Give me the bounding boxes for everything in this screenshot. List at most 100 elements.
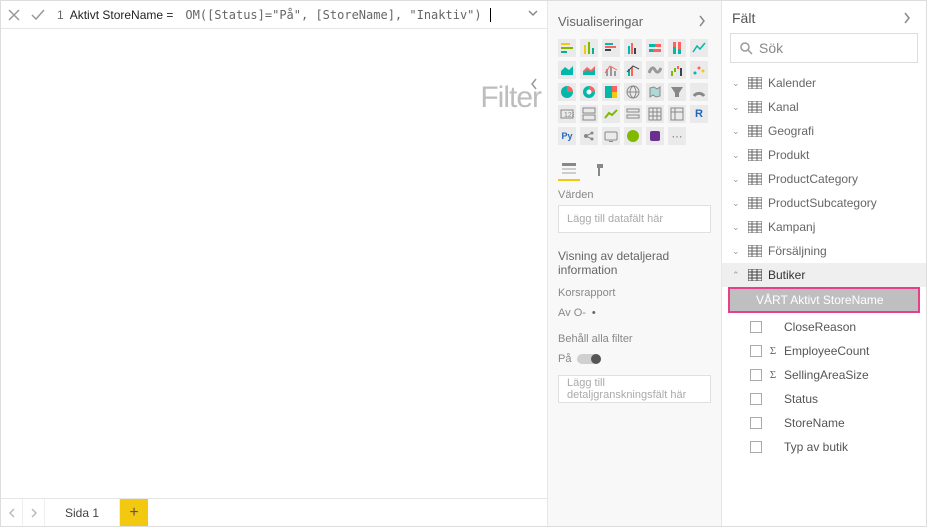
- commit-formula-icon[interactable]: [29, 6, 47, 24]
- table-kalender[interactable]: ⌄ Kalender: [722, 71, 926, 95]
- viz-matrix-icon[interactable]: [668, 105, 686, 123]
- fields-tab-icon[interactable]: [558, 159, 580, 181]
- format-tab-icon[interactable]: [590, 159, 612, 181]
- values-label: Värden: [558, 189, 711, 201]
- viz-line-clustcol-icon[interactable]: [624, 61, 642, 79]
- table-geografi[interactable]: ⌄ Geografi: [722, 119, 926, 143]
- table-label: Kanal: [768, 100, 799, 114]
- page-tab-label: Sida 1: [65, 506, 99, 520]
- crossreport-value: Av O-: [558, 307, 586, 319]
- report-canvas[interactable]: Filter: [1, 29, 547, 498]
- prev-page-button[interactable]: [1, 499, 23, 526]
- page-tabs: Sida 1 +: [1, 498, 547, 526]
- checkbox-icon[interactable]: [750, 321, 762, 333]
- next-page-button[interactable]: [23, 499, 45, 526]
- table-kampanj[interactable]: ⌄ Kampanj: [722, 215, 926, 239]
- field-closereason[interactable]: CloseReason: [722, 315, 926, 339]
- field-label: Typ av butik: [784, 440, 848, 454]
- viz-donut-icon[interactable]: [580, 83, 598, 101]
- viz-area-icon[interactable]: [558, 61, 576, 79]
- viz-clustered-column-icon[interactable]: [624, 39, 642, 57]
- viz-card-icon[interactable]: 123: [558, 105, 576, 123]
- search-placeholder: Sök: [759, 40, 783, 56]
- fields-pane: Fält Sök ⌄ Kalender ⌄ Kanal ⌄ Geo: [722, 1, 926, 526]
- viz-r-icon[interactable]: R: [690, 105, 708, 123]
- cancel-formula-icon[interactable]: [5, 6, 23, 24]
- viz-waterfall-icon[interactable]: [668, 61, 686, 79]
- chevron-down-icon: ⌄: [732, 150, 742, 161]
- page-tab[interactable]: Sida 1: [45, 499, 120, 526]
- viz-import-icon[interactable]: ⋯: [668, 127, 686, 145]
- table-label: Butiker: [768, 268, 805, 282]
- chevron-down-icon: ⌄: [732, 198, 742, 209]
- field-employeecount[interactable]: Σ EmployeeCount: [722, 339, 926, 363]
- viz-funnel-icon[interactable]: [668, 83, 686, 101]
- sigma-icon: Σ: [768, 345, 778, 357]
- values-well[interactable]: Lägg till datafält här: [558, 205, 711, 233]
- viz-line-column-icon[interactable]: [602, 61, 620, 79]
- viz-scatter-icon[interactable]: [690, 61, 708, 79]
- checkbox-icon[interactable]: [750, 393, 762, 405]
- viz-filled-map-icon[interactable]: [646, 83, 664, 101]
- chevron-down-icon: ⌄: [732, 126, 742, 137]
- table-label: Geografi: [768, 124, 814, 138]
- viz-line-icon[interactable]: [690, 39, 708, 57]
- checkbox-icon[interactable]: [750, 369, 762, 381]
- viz-ribbon-icon[interactable]: [646, 61, 664, 79]
- viz-stacked-bar-icon[interactable]: [558, 39, 576, 57]
- viz-qa-icon[interactable]: [624, 127, 642, 145]
- chevron-down-icon: ⌄: [732, 246, 742, 257]
- viz-gauge-icon[interactable]: [690, 83, 708, 101]
- viz-map-icon[interactable]: [624, 83, 642, 101]
- field-sellingareasize[interactable]: Σ SellingAreaSize: [722, 363, 926, 387]
- viz-pie-icon[interactable]: [558, 83, 576, 101]
- chevron-up-icon: ⌃: [732, 270, 742, 281]
- viz-multirow-card-icon[interactable]: [580, 105, 598, 123]
- keepfilters-value: På: [558, 353, 571, 365]
- formula-expand-icon[interactable]: [527, 7, 543, 23]
- viz-treemap-icon[interactable]: [602, 83, 620, 101]
- visualization-picker: 123 R Py ⋯: [558, 39, 711, 145]
- crossreport-toggle[interactable]: Av O- •: [558, 307, 711, 319]
- viz-100stacked-bar-icon[interactable]: [646, 39, 664, 57]
- viz-decotree-icon[interactable]: [602, 127, 620, 145]
- fields-search-input[interactable]: Sök: [730, 33, 918, 63]
- field-storename[interactable]: StoreName: [722, 411, 926, 435]
- table-icon: [748, 221, 762, 233]
- add-page-button[interactable]: +: [120, 499, 148, 526]
- table-produkt[interactable]: ⌄ Produkt: [722, 143, 926, 167]
- viz-kpi-icon[interactable]: [602, 105, 620, 123]
- field-status[interactable]: Status: [722, 387, 926, 411]
- table-label: Produkt: [768, 148, 809, 162]
- collapse-fields-icon[interactable]: [902, 11, 916, 25]
- collapse-viz-icon[interactable]: [697, 14, 711, 28]
- chevron-down-icon: ⌄: [732, 78, 742, 89]
- viz-100stacked-column-icon[interactable]: [668, 39, 686, 57]
- table-forsaljning[interactable]: ⌄ Försäljning: [722, 239, 926, 263]
- viz-stacked-column-icon[interactable]: [580, 39, 598, 57]
- keepfilters-toggle[interactable]: På: [558, 353, 711, 365]
- viz-arcgis-icon[interactable]: [646, 127, 664, 145]
- fields-title: Fält: [732, 10, 755, 26]
- field-typavbutik[interactable]: Typ av butik: [722, 435, 926, 459]
- table-icon: [748, 197, 762, 209]
- field-aktivt-storename[interactable]: VÅRT Aktivt StoreName: [728, 287, 920, 313]
- viz-clustered-bar-icon[interactable]: [602, 39, 620, 57]
- viz-py-icon[interactable]: Py: [558, 127, 576, 145]
- checkbox-icon[interactable]: [750, 345, 762, 357]
- viz-stacked-area-icon[interactable]: [580, 61, 598, 79]
- viz-table-icon[interactable]: [646, 105, 664, 123]
- viz-key-influencers-icon[interactable]: [580, 127, 598, 145]
- table-productcategory[interactable]: ⌄ ProductCategory: [722, 167, 926, 191]
- table-productsubcategory[interactable]: ⌄ ProductSubcategory: [722, 191, 926, 215]
- drill-well[interactable]: Lägg till detaljgranskningsfält här: [558, 375, 711, 403]
- formula-expression[interactable]: OM([Status]="På", [StoreName], "Inaktiv"…: [185, 8, 481, 22]
- table-butiker[interactable]: ⌃ Butiker: [722, 263, 926, 287]
- formula-measure-name[interactable]: Aktivt StoreName =: [70, 8, 174, 22]
- drill-placeholder: Lägg till detaljgranskningsfält här: [567, 377, 702, 401]
- visualizations-pane: Visualiseringar: [548, 1, 722, 526]
- checkbox-icon[interactable]: [750, 417, 762, 429]
- checkbox-icon[interactable]: [750, 441, 762, 453]
- table-kanal[interactable]: ⌄ Kanal: [722, 95, 926, 119]
- viz-slicer-icon[interactable]: [624, 105, 642, 123]
